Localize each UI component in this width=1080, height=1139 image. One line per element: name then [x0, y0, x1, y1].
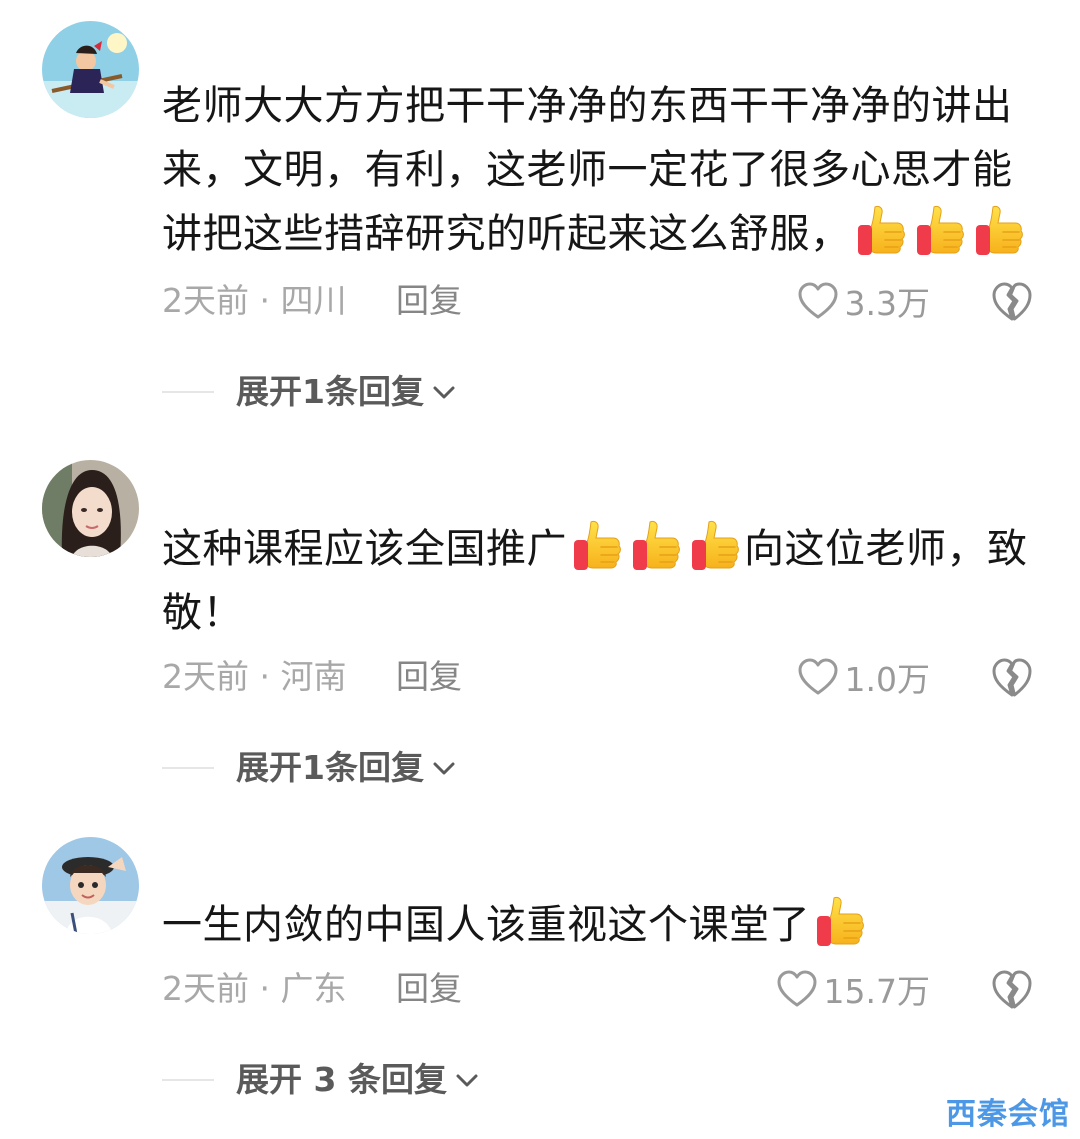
avatar[interactable]	[42, 460, 139, 557]
heart-outline-icon	[776, 969, 818, 1009]
thumbs-up-emoji	[914, 203, 966, 257]
divider	[162, 1079, 214, 1081]
expand-replies-label: 展开 3 条回复	[236, 1060, 447, 1099]
chevron-down-icon	[453, 1066, 481, 1094]
reply-button[interactable]: 回复	[396, 652, 462, 702]
thumbs-up-emoji	[973, 203, 1025, 257]
dislike-button[interactable]	[990, 655, 1034, 699]
thumbs-up-emoji	[855, 203, 907, 257]
thumbs-up-emoji	[814, 894, 866, 948]
broken-heart-icon	[990, 279, 1034, 323]
comment-text: 一生内敛的中国人该重视这个课堂了	[162, 893, 1042, 957]
comment-time-location: 2天前 · 河南	[162, 657, 347, 696]
avatar[interactable]	[42, 21, 139, 118]
like-count: 3.3万	[844, 284, 930, 323]
divider	[162, 767, 214, 769]
comment-text: 这种课程应该全国推广 向这位老师，致敬！	[162, 517, 1042, 645]
reply-button[interactable]: 回复	[396, 276, 462, 326]
expand-replies-button[interactable]: 展开1条回复	[236, 743, 458, 793]
dislike-button[interactable]	[990, 967, 1034, 1011]
like-count: 1.0万	[844, 660, 930, 699]
like-button[interactable]: 3.3万	[797, 276, 930, 326]
expand-replies-button[interactable]: 展开 3 条回复	[236, 1055, 481, 1105]
heart-outline-icon	[797, 281, 839, 321]
like-button[interactable]: 1.0万	[797, 652, 930, 702]
like-button[interactable]: 15.7万	[776, 964, 930, 1014]
thumbs-up-emoji	[630, 518, 682, 572]
like-count: 15.7万	[823, 972, 930, 1011]
broken-heart-icon	[990, 655, 1034, 699]
thumbs-up-emoji	[571, 518, 623, 572]
expand-replies-label: 展开1条回复	[236, 748, 424, 787]
dislike-button[interactable]	[990, 279, 1034, 323]
comment-time-location: 2天前 · 广东	[162, 969, 347, 1008]
reply-button[interactable]: 回复	[396, 964, 462, 1014]
comment-text: 老师大大方方把干干净净的东西干干净净的讲出来，文明，有利，这老师一定花了很多心思…	[162, 74, 1042, 266]
chevron-down-icon	[430, 378, 458, 406]
divider	[162, 391, 214, 393]
broken-heart-icon	[990, 967, 1034, 1011]
watermark: 西秦会馆	[946, 1097, 1070, 1132]
heart-outline-icon	[797, 657, 839, 697]
thumbs-up-emoji	[689, 518, 741, 572]
expand-replies-button[interactable]: 展开1条回复	[236, 367, 458, 417]
avatar[interactable]	[42, 837, 139, 934]
expand-replies-label: 展开1条回复	[236, 372, 424, 411]
chevron-down-icon	[430, 754, 458, 782]
comment-time-location: 2天前 · 四川	[162, 281, 347, 320]
